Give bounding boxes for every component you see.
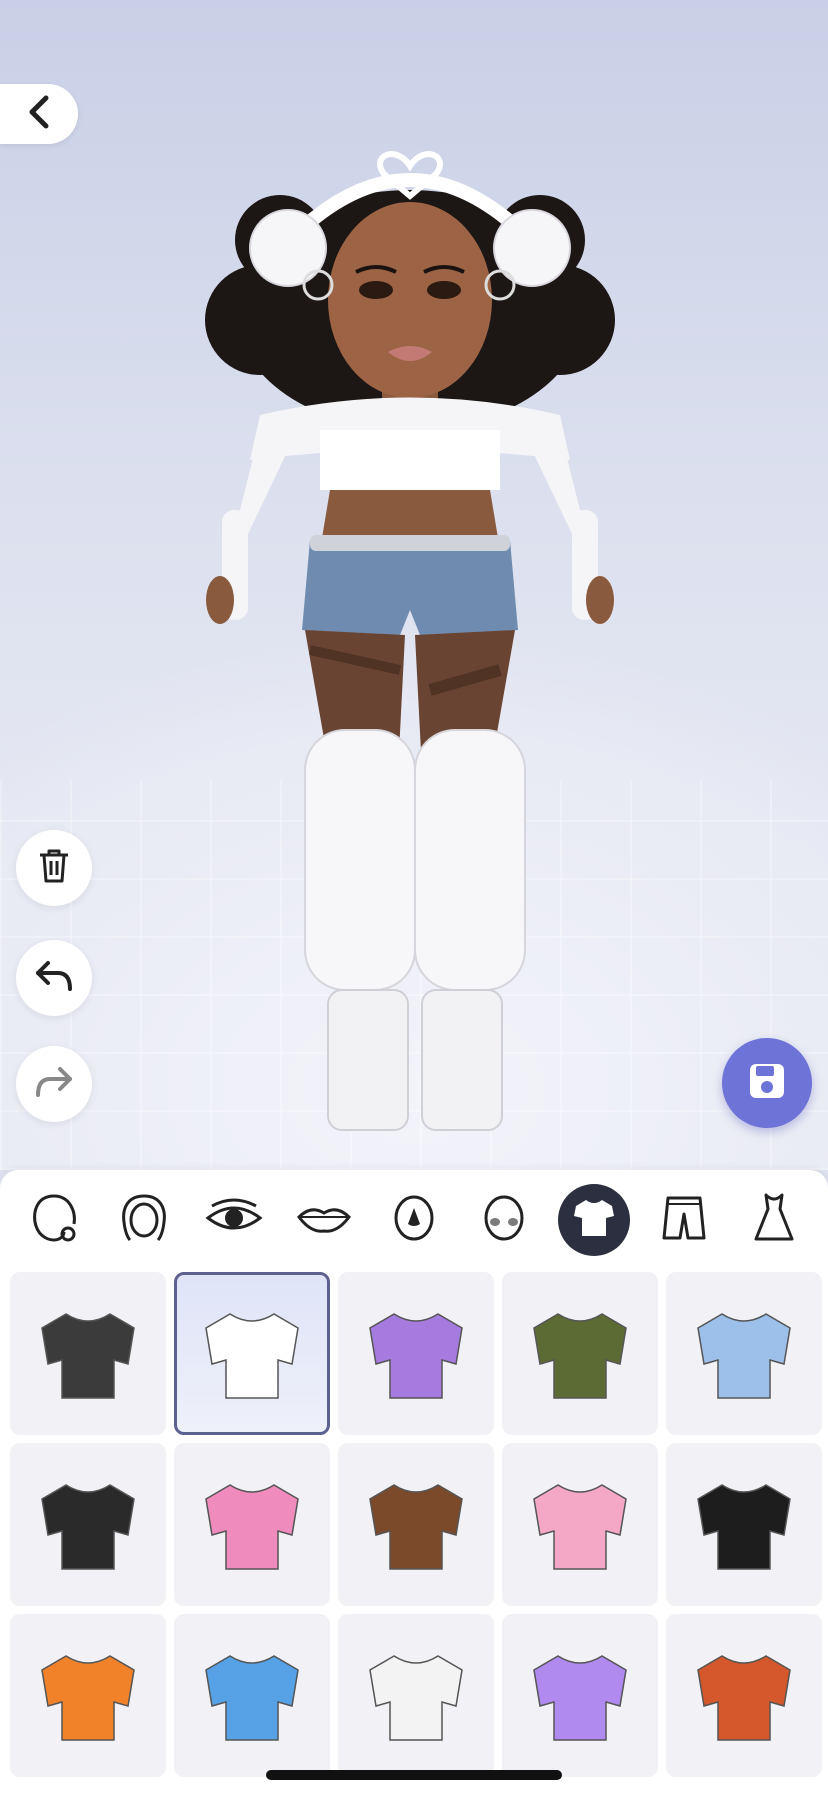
clothing-thumbnail <box>369 1654 463 1741</box>
clothing-item-care-bears-bralette[interactable] <box>338 1272 494 1435</box>
shorts-icon <box>662 1194 706 1247</box>
back-button[interactable] <box>0 84 78 144</box>
clothing-thumbnail <box>533 1483 627 1570</box>
clothing-items-grid <box>10 1272 822 1777</box>
tab-hair[interactable] <box>108 1184 180 1256</box>
clothing-thumbnail <box>41 1483 135 1570</box>
tab-eyes[interactable] <box>198 1184 270 1256</box>
lips-icon <box>295 1201 353 1240</box>
clothing-item-lavender-zip-crop[interactable] <box>502 1614 658 1777</box>
dress-icon <box>752 1193 796 1248</box>
clothing-item-white-tie-front-shirt[interactable] <box>338 1614 494 1777</box>
floppy-disk-icon <box>747 1061 787 1106</box>
clothing-item-striped-crop-top[interactable] <box>10 1272 166 1435</box>
dressing-stage <box>0 0 828 1170</box>
clothing-item-pink-checkered-bralette[interactable] <box>174 1443 330 1606</box>
clothing-thumbnail <box>533 1312 627 1399</box>
tab-tops[interactable] <box>558 1184 630 1256</box>
clothing-item-blue-cutout-longsleeve[interactable] <box>174 1614 330 1777</box>
tab-face-shape[interactable] <box>18 1184 90 1256</box>
face-shape-icon <box>30 1192 78 1249</box>
eye-icon <box>204 1198 264 1243</box>
clothing-thumbnail <box>205 1654 299 1741</box>
clothing-item-black-red-tie-top[interactable] <box>666 1443 822 1606</box>
clothing-thumbnail <box>697 1312 791 1399</box>
clothing-item-argyle-vest-blouse[interactable] <box>666 1614 822 1777</box>
clothing-item-black-mesh-halter[interactable] <box>10 1443 166 1606</box>
redo-icon <box>34 1065 74 1104</box>
clothing-item-white-fur-off-shoulder-top[interactable] <box>174 1272 330 1435</box>
nose-icon <box>392 1194 436 1247</box>
chevron-left-icon <box>24 94 54 135</box>
redo-button[interactable] <box>16 1046 92 1122</box>
clothing-item-brown-argyle-corset[interactable] <box>338 1443 494 1606</box>
category-tabs <box>0 1170 828 1270</box>
clothing-thumbnail <box>205 1312 299 1399</box>
undo-icon <box>34 959 74 998</box>
clothing-item-blue-puff-sleeve-top[interactable] <box>666 1272 822 1435</box>
undo-button[interactable] <box>16 940 92 1016</box>
trash-icon <box>37 847 71 890</box>
save-button[interactable] <box>722 1038 812 1128</box>
tab-lips[interactable] <box>288 1184 360 1256</box>
clothing-thumbnail <box>41 1312 135 1399</box>
clothing-thumbnail <box>697 1654 791 1741</box>
clothing-thumbnail <box>41 1654 135 1741</box>
delete-button[interactable] <box>16 830 92 906</box>
tab-blush[interactable] <box>468 1184 540 1256</box>
clothing-thumbnail <box>369 1312 463 1399</box>
clothing-thumbnail <box>697 1483 791 1570</box>
avatar-character <box>205 151 615 1131</box>
clothing-item-orange-halter-bikini[interactable] <box>10 1614 166 1777</box>
tab-nose[interactable] <box>378 1184 450 1256</box>
clothing-item-olive-turtleneck-crop[interactable] <box>502 1272 658 1435</box>
clothing-thumbnail <box>533 1654 627 1741</box>
tab-bottoms[interactable] <box>648 1184 720 1256</box>
home-indicator <box>266 1770 562 1780</box>
clothing-item-pink-bow-top[interactable] <box>502 1443 658 1606</box>
hair-icon <box>118 1192 170 1249</box>
clothing-thumbnail <box>205 1483 299 1570</box>
blush-icon <box>482 1194 526 1247</box>
clothing-thumbnail <box>369 1483 463 1570</box>
wardrobe-panel <box>0 1170 828 1795</box>
shirt-icon <box>572 1198 616 1243</box>
tab-dresses[interactable] <box>738 1184 810 1256</box>
